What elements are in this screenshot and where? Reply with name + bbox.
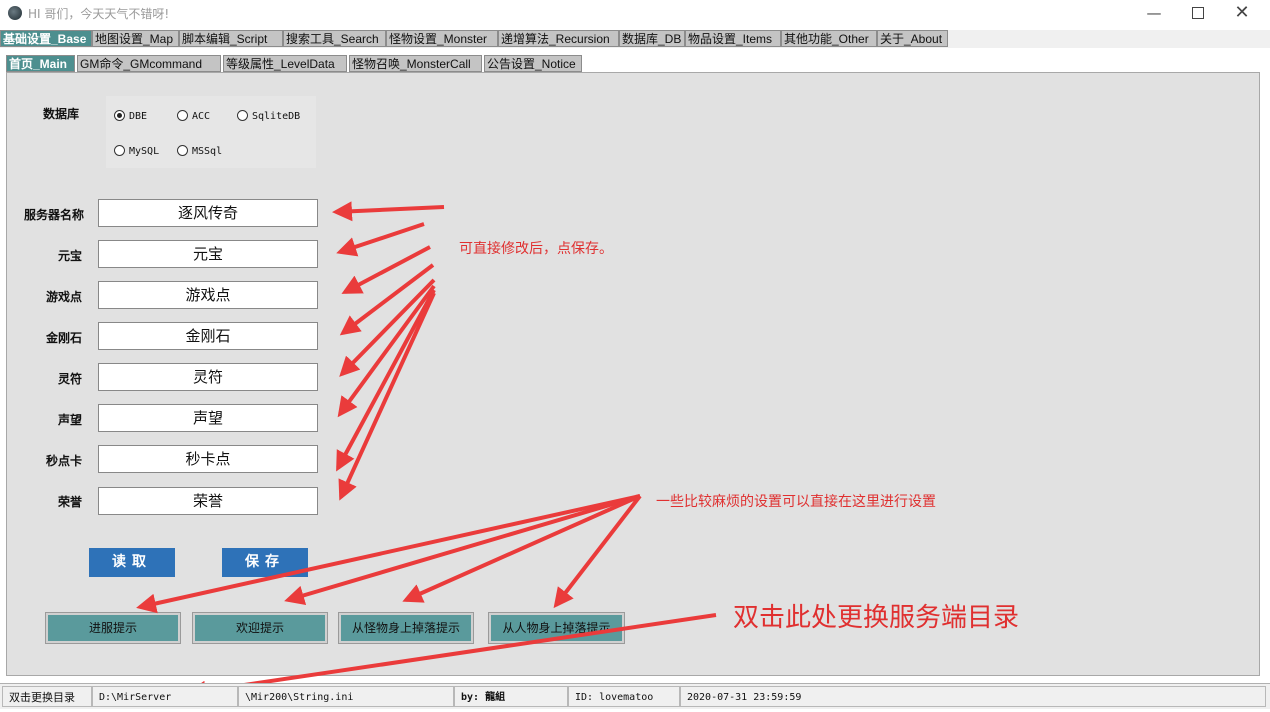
title-bar: HI 哥们，今天天气不错呀! — ✕ (0, 0, 1270, 26)
radio-dot-icon (114, 145, 125, 156)
read-button[interactable]: 读取 (89, 548, 175, 577)
radio-label: MSSql (192, 146, 223, 157)
radio-label: ACC (192, 111, 211, 122)
tab-recursion[interactable]: 递增算法_Recursion (498, 30, 619, 47)
server-name-input[interactable]: 逐风传奇 (98, 199, 318, 227)
maximize-button[interactable] (1178, 2, 1218, 24)
datetime-display: 2020-07-31 23:59:59 (680, 686, 1266, 707)
tab-search[interactable]: 搜索工具_Search (283, 30, 386, 47)
tab-monster[interactable]: 怪物设置_Monster (386, 30, 498, 47)
radio-dot-icon (177, 145, 188, 156)
save-button[interactable]: 保存 (222, 548, 308, 577)
radio-dot-icon (177, 110, 188, 121)
prestige-input[interactable]: 声望 (98, 404, 318, 432)
tab-monstercall[interactable]: 怪物召唤_MonsterCall (349, 55, 482, 72)
radio-mssql[interactable]: MSSql (177, 145, 222, 157)
field-label-prestige: 声望 (57, 413, 82, 427)
radio-dot-icon (114, 110, 125, 121)
tab-about[interactable]: 关于_About (877, 30, 948, 47)
author-label: by: 龍組 (454, 686, 568, 707)
diamond-input[interactable]: 金刚石 (98, 322, 318, 350)
radio-sqlitedb[interactable]: SqliteDB (237, 110, 300, 122)
tab-items[interactable]: 物品设置_Items (685, 30, 781, 47)
talisman-input[interactable]: 灵符 (98, 363, 318, 391)
window-title: HI 哥们，今天天气不错呀! (28, 7, 170, 21)
field-label-point-card: 秒点卡 (45, 454, 82, 468)
tab-map[interactable]: 地图设置_Map (92, 30, 179, 47)
app-icon (8, 6, 22, 20)
radio-dot-icon (237, 110, 248, 121)
field-label-server-name: 服务器名称 (23, 208, 84, 222)
radio-label: SqliteDB (252, 111, 301, 122)
dir-hint-note: 双击此处更换服务端目录 (733, 603, 1020, 633)
field-label-game-points: 游戏点 (45, 290, 82, 304)
database-radio-group (106, 96, 316, 168)
settings-hint-note: 一些比较麻烦的设置可以直接在这里进行设置 (656, 494, 936, 510)
tab-script[interactable]: 脚本编辑_Script (179, 30, 283, 47)
status-bar: 双击更换目录 D:\MirServer \Mir200\String.ini b… (0, 683, 1270, 709)
player-drop-tip-button[interactable]: 从人物身上掉落提示 (488, 612, 625, 644)
user-id: ID: lovematoo (568, 686, 680, 707)
minimize-button[interactable]: — (1134, 2, 1174, 24)
radio-label: DBE (129, 111, 148, 122)
yuanbao-input[interactable]: 元宝 (98, 240, 318, 268)
edit-hint-note: 可直接修改后，点保存。 (459, 241, 613, 257)
point-card-input[interactable]: 秒卡点 (98, 445, 318, 473)
radio-label: MySQL (129, 146, 160, 157)
change-dir-label[interactable]: 双击更换目录 (2, 686, 92, 707)
enter-tip-button[interactable]: 进服提示 (45, 612, 181, 644)
field-label-diamond: 金刚石 (45, 331, 82, 345)
tab-leveldata[interactable]: 等级属性_LevelData (223, 55, 347, 72)
close-button[interactable]: ✕ (1222, 2, 1262, 24)
tab-db[interactable]: 数据库_DB (619, 30, 685, 47)
field-label-talisman: 灵符 (57, 372, 82, 386)
welcome-tip-button[interactable]: 欢迎提示 (192, 612, 328, 644)
radio-dbe[interactable]: DBE (114, 110, 147, 122)
maximize-icon (1192, 7, 1204, 19)
tab-main[interactable]: 首页_Main (6, 55, 75, 72)
main-tab-bar: 基础设置_Base 地图设置_Map 脚本编辑_Script 搜索工具_Sear… (0, 30, 1270, 48)
radio-acc[interactable]: ACC (177, 110, 210, 122)
monster-drop-tip-button[interactable]: 从怪物身上掉落提示 (338, 612, 474, 644)
game-points-input[interactable]: 游戏点 (98, 281, 318, 309)
database-label: 数据库 (43, 107, 80, 121)
tab-notice[interactable]: 公告设置_Notice (484, 55, 582, 72)
server-dir-path[interactable]: D:\MirServer (92, 686, 238, 707)
field-label-yuanbao: 元宝 (57, 249, 82, 263)
radio-mysql[interactable]: MySQL (114, 145, 159, 157)
tab-base[interactable]: 基础设置_Base (0, 30, 92, 47)
tab-gmcommand[interactable]: GM命令_GMcommand (77, 55, 221, 72)
field-label-honor: 荣誉 (57, 495, 82, 509)
string-file-path: \Mir200\String.ini (238, 686, 454, 707)
tab-other[interactable]: 其他功能_Other (781, 30, 877, 47)
honor-input[interactable]: 荣誉 (98, 487, 318, 515)
